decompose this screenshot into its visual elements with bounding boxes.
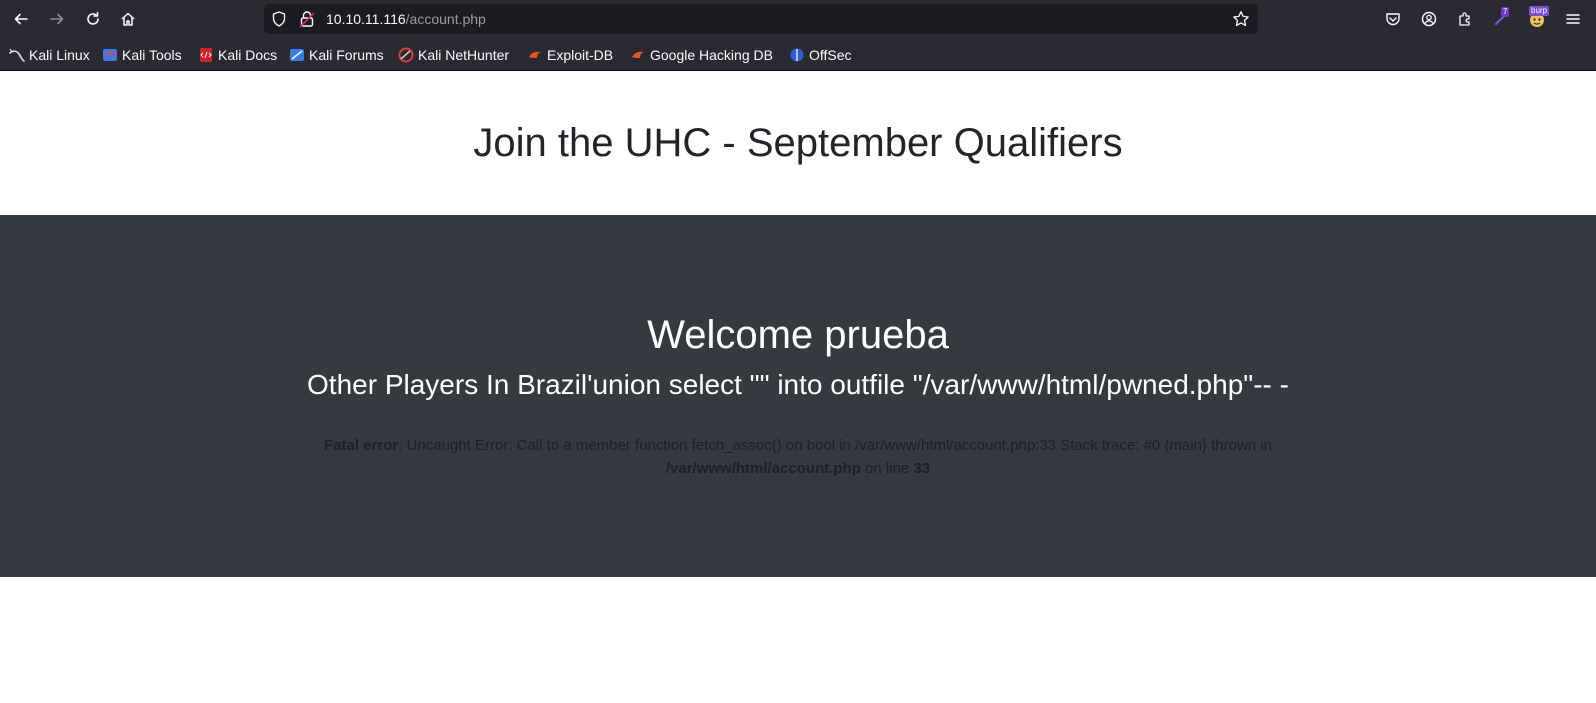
home-button[interactable] bbox=[114, 5, 142, 33]
extension-button[interactable]: 7 bbox=[1487, 5, 1515, 33]
error-label: Fatal error bbox=[324, 437, 399, 454]
back-arrow-icon bbox=[14, 13, 28, 25]
address-bar[interactable]: 10.10.11.116/account.php bbox=[264, 4, 1258, 34]
bookmark-label: Kali Docs bbox=[218, 46, 278, 63]
bookmark-label: Kali NetHunter bbox=[418, 46, 510, 63]
kali-tools-icon bbox=[103, 48, 117, 61]
bookmark-label: Exploit-DB bbox=[547, 46, 614, 63]
back-button[interactable] bbox=[7, 5, 35, 33]
kali-docs-icon bbox=[200, 47, 212, 62]
url-host: 10.10.11.116 bbox=[326, 11, 406, 27]
offsec-icon bbox=[790, 48, 804, 61]
account-button[interactable] bbox=[1415, 5, 1443, 33]
reload-button[interactable] bbox=[79, 5, 107, 33]
exploit-db-icon bbox=[529, 51, 541, 58]
welcome-heading: Welcome prueba bbox=[647, 313, 949, 357]
forward-button[interactable] bbox=[43, 5, 71, 33]
page-title: Join the UHC - September Qualifiers bbox=[473, 121, 1123, 165]
pocket-icon bbox=[1386, 13, 1400, 26]
bookmark-kali-forums[interactable]: Kali Forums bbox=[289, 38, 384, 71]
insecure-lock-icon[interactable] bbox=[299, 10, 315, 28]
bookmark-kali-linux[interactable]: Kali Linux bbox=[9, 38, 90, 71]
bookmark-star-icon[interactable] bbox=[1232, 10, 1250, 28]
account-icon bbox=[1421, 11, 1437, 27]
forward-arrow-icon bbox=[50, 13, 64, 25]
kali-forums-icon bbox=[290, 48, 304, 61]
puzzle-icon bbox=[1459, 12, 1470, 26]
bookmark-kali-docs[interactable]: Kali Docs bbox=[198, 38, 277, 71]
url-path: /account.php bbox=[405, 11, 486, 27]
bookmark-label: Kali Tools bbox=[122, 46, 182, 63]
bookmark-offsec[interactable]: OffSec bbox=[789, 38, 852, 71]
extensions-button[interactable] bbox=[1451, 5, 1479, 33]
bookmark-label: OffSec bbox=[809, 46, 852, 63]
page-header: Join the UHC - September Qualifiers bbox=[0, 71, 1596, 215]
extension-badge: 7 bbox=[1501, 7, 1510, 17]
account-section: Welcome prueba Other Players In Brazil'u… bbox=[0, 215, 1596, 577]
error-line-number: 33 bbox=[913, 460, 931, 477]
php-fatal-error: Fatal error: Uncaught Error: Call to a m… bbox=[280, 434, 1316, 480]
burp-badge: burp bbox=[1529, 6, 1550, 16]
browser-toolbar: 10.10.11.116/account.php 7 burp bbox=[0, 0, 1596, 38]
bookmark-exploit-db[interactable]: Exploit-DB bbox=[527, 38, 613, 71]
burp-extension-button[interactable]: burp bbox=[1523, 5, 1551, 33]
hamburger-menu-icon bbox=[1566, 14, 1580, 24]
error-on-line: on line bbox=[860, 460, 914, 477]
pocket-button[interactable] bbox=[1379, 5, 1407, 33]
bookmark-label: Kali Linux bbox=[29, 46, 90, 63]
bookmark-kali-tools[interactable]: Kali Tools bbox=[102, 38, 182, 71]
bookmarks-toolbar: Kali Linux Kali Tools Kali Docs Kali For… bbox=[0, 38, 1596, 71]
nethunter-icon bbox=[398, 47, 414, 62]
error-message: : Uncaught Error: Call to a member funct… bbox=[398, 437, 1272, 454]
error-file: /var/www/html/account.php bbox=[665, 460, 861, 477]
bookmark-label: Kali Forums bbox=[309, 46, 384, 63]
bookmark-google-hacking-db[interactable]: Google Hacking DB bbox=[630, 38, 773, 71]
bookmark-label: Google Hacking DB bbox=[650, 46, 773, 63]
players-heading: Other Players In Brazil'union select "" … bbox=[307, 369, 1289, 400]
ghdb-icon bbox=[632, 51, 644, 58]
shield-icon[interactable] bbox=[270, 10, 288, 28]
kali-dragon-icon bbox=[9, 48, 25, 62]
home-icon bbox=[121, 12, 135, 26]
reload-icon bbox=[87, 11, 99, 25]
menu-button[interactable] bbox=[1559, 5, 1587, 33]
bookmark-kali-nethunter[interactable]: Kali NetHunter bbox=[398, 38, 509, 71]
url-text[interactable]: 10.10.11.116/account.php bbox=[326, 4, 486, 34]
